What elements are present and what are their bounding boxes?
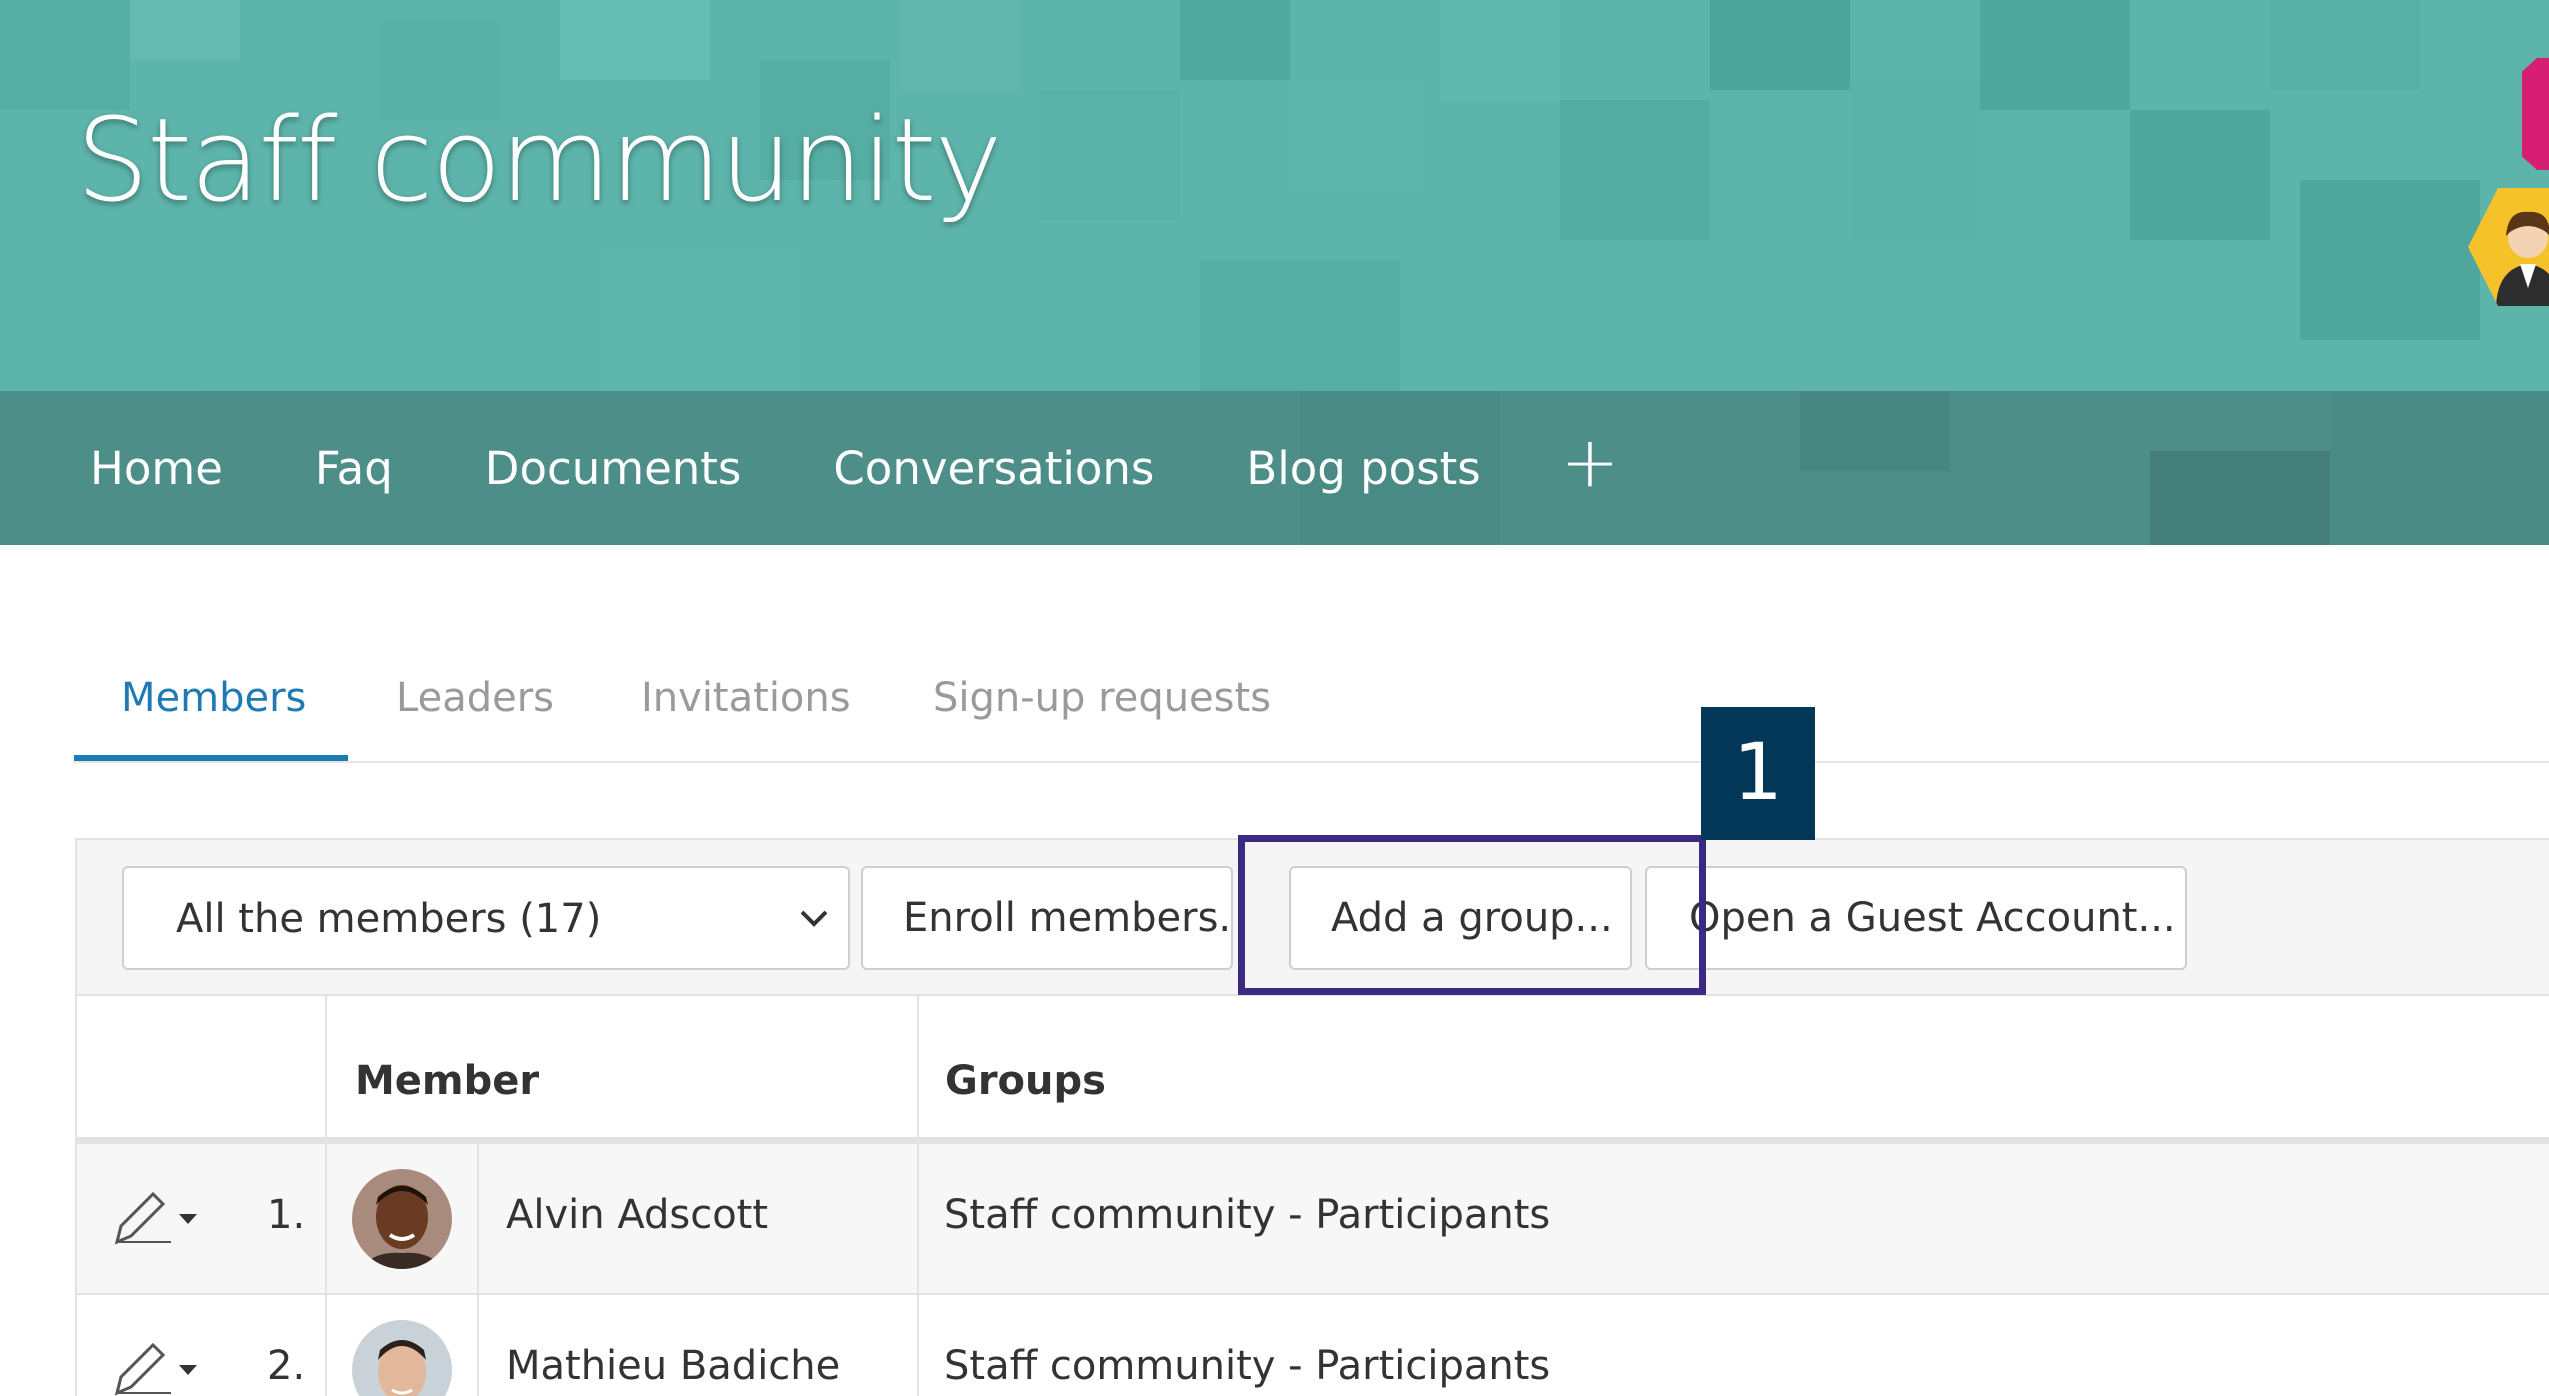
highlight-box bbox=[1238, 835, 1706, 995]
row-index: 2. bbox=[267, 1343, 306, 1389]
member-name[interactable]: Alvin Adscott bbox=[506, 1192, 768, 1238]
tab-leaders[interactable]: Leaders bbox=[396, 675, 554, 721]
active-tab-indicator bbox=[74, 755, 348, 761]
member-name[interactable]: Mathieu Badiche bbox=[506, 1343, 840, 1389]
main-nav: Home Faq Documents Conversations Blog po… bbox=[0, 391, 2549, 545]
pencil-icon[interactable] bbox=[101, 1335, 201, 1396]
notification-hexagon[interactable] bbox=[2522, 58, 2549, 170]
table-row[interactable]: 2. Mathieu Badiche Staff community - Par… bbox=[77, 1295, 2549, 1396]
members-table: Member Groups 1. Alvin Adscott Staff com… bbox=[75, 996, 2549, 1396]
avatar bbox=[352, 1320, 452, 1396]
column-divider bbox=[917, 996, 919, 1396]
site-title: Staff community bbox=[76, 94, 1003, 228]
table-row[interactable]: 1. Alvin Adscott Staff community - Parti… bbox=[77, 1144, 2549, 1295]
members-tabs: Members Leaders Invitations Sign-up requ… bbox=[74, 655, 2549, 763]
row-index: 1. bbox=[267, 1192, 306, 1238]
member-filter-value: All the members (17) bbox=[176, 896, 602, 942]
nav-documents[interactable]: Documents bbox=[485, 442, 742, 495]
column-divider bbox=[477, 1144, 479, 1396]
app-root: Staff community Home Faq Documents Conve… bbox=[0, 0, 2549, 1396]
chevron-down-icon bbox=[800, 910, 828, 927]
nav-blog-posts[interactable]: Blog posts bbox=[1246, 442, 1480, 495]
user-avatar-icon[interactable] bbox=[2468, 188, 2549, 306]
member-groups: Staff community - Participants bbox=[944, 1192, 1551, 1238]
column-divider bbox=[325, 996, 327, 1396]
member-groups: Staff community - Participants bbox=[944, 1343, 1551, 1389]
nav-conversations[interactable]: Conversations bbox=[833, 442, 1154, 495]
tab-invitations[interactable]: Invitations bbox=[641, 675, 851, 721]
column-header-member[interactable]: Member bbox=[355, 996, 539, 1137]
plus-icon[interactable]: + bbox=[1560, 427, 1620, 497]
column-header-groups[interactable]: Groups bbox=[945, 996, 1106, 1137]
nav-home[interactable]: Home bbox=[90, 442, 223, 495]
pencil-icon[interactable] bbox=[101, 1184, 201, 1254]
nav-faq[interactable]: Faq bbox=[315, 442, 393, 495]
callout-badge: 1 bbox=[1701, 707, 1815, 840]
tab-sign-up-requests[interactable]: Sign-up requests bbox=[933, 675, 1271, 721]
avatar bbox=[352, 1169, 452, 1269]
tab-members[interactable]: Members bbox=[121, 675, 306, 721]
enroll-members-button[interactable]: Enroll members... bbox=[861, 866, 1233, 970]
header-banner: Staff community bbox=[0, 0, 2549, 391]
open-guest-account-button[interactable]: Open a Guest Account... bbox=[1645, 866, 2187, 970]
table-header: Member Groups bbox=[77, 996, 2549, 1144]
member-filter-select[interactable]: All the members (17) bbox=[122, 866, 850, 970]
